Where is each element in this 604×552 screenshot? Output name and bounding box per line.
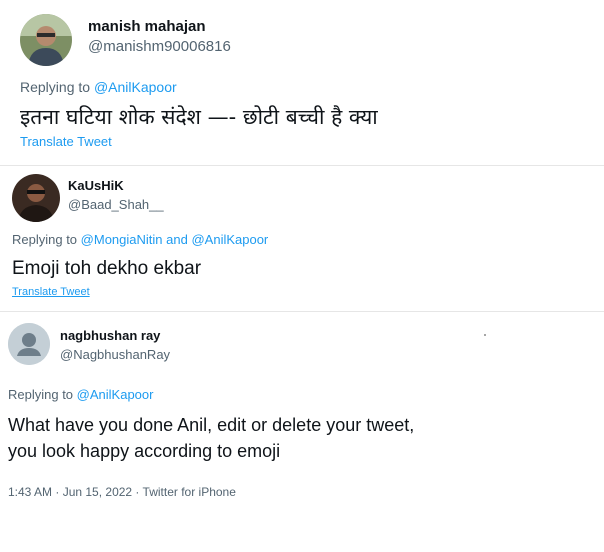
tweet-text: Emoji toh dekho ekbar xyxy=(12,258,202,279)
mention-link[interactable]: @AnilKapoor xyxy=(94,79,177,95)
replying-to-label: Replying to xyxy=(20,79,91,95)
translate-tweet-link[interactable]: Translate Tweet xyxy=(12,286,90,298)
user-handle[interactable]: @manishm90006816 xyxy=(88,38,231,55)
user-photo-avatar-icon xyxy=(12,174,60,222)
display-name[interactable]: manish mahajan xyxy=(88,18,206,35)
replying-to-label: Replying to xyxy=(8,387,74,402)
display-name[interactable]: KaUsHiK xyxy=(68,178,124,193)
replying-to-label: Replying to xyxy=(12,232,78,247)
replying-to: Replying to @MongiaNitin and @AnilKapoor xyxy=(12,232,268,247)
tweet-timestamp[interactable]: 1:43 AM · Jun 15, 2022 · Twitter for iPh… xyxy=(8,485,236,499)
replying-to: Replying to @AnilKapoor xyxy=(20,79,177,95)
mention-link[interactable]: @MongiaNitin xyxy=(81,232,163,247)
user-handle[interactable]: @Baad_Shah__ xyxy=(68,197,164,212)
display-name[interactable]: nagbhushan ray xyxy=(60,328,160,343)
user-handle[interactable]: @NagbhushanRay xyxy=(60,347,170,362)
user-photo-avatar-icon xyxy=(20,14,72,66)
tweet-text-line-2: you look happy according to emoji xyxy=(8,441,281,461)
tweet-3[interactable]: nagbhushan ray @NagbhushanRay Replying t… xyxy=(0,312,604,552)
replying-to: Replying to @AnilKapoor xyxy=(8,387,153,402)
avatar[interactable] xyxy=(12,174,60,222)
mention-link[interactable]: @AnilKapoor xyxy=(77,387,154,402)
mention-joiner: and xyxy=(166,232,188,247)
tweet-2[interactable]: KaUsHiK @Baad_Shah__ Replying to @Mongia… xyxy=(0,166,604,316)
mention-link[interactable]: @AnilKapoor xyxy=(191,232,268,247)
default-profile-avatar-icon xyxy=(8,323,50,365)
tweet-1[interactable]: manish mahajan @manishm90006816 Replying… xyxy=(0,0,604,160)
translate-tweet-link[interactable]: Translate Tweet xyxy=(20,134,112,149)
avatar[interactable] xyxy=(8,323,50,365)
tweet-text: इतना घटिया शोक संदेश —- छोटी बच्ची है क्… xyxy=(20,105,378,129)
tweet-text-line-1: What have you done Anil, edit or delete … xyxy=(8,415,415,435)
avatar[interactable] xyxy=(20,14,72,66)
